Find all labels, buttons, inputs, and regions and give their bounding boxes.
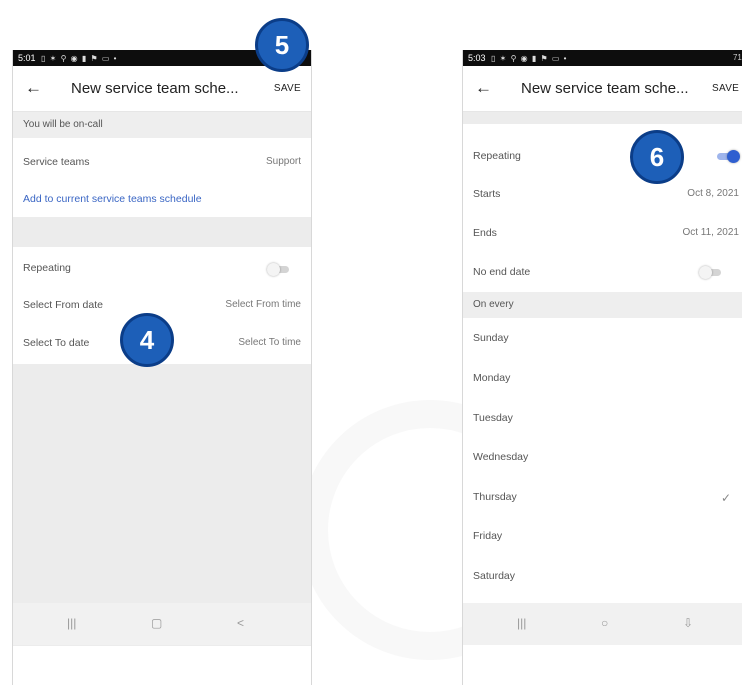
ends-row[interactable]: Ends Oct 11, 2021 xyxy=(463,215,742,251)
back-icon[interactable]: ⇩ xyxy=(683,616,693,630)
top-divider xyxy=(463,112,742,124)
page-title: New service team sche... xyxy=(71,80,239,97)
toggle-knob xyxy=(727,150,740,163)
day-row-monday[interactable]: Monday xyxy=(463,360,742,396)
starts-label: Starts xyxy=(473,188,501,200)
to-date-label[interactable]: Select To date xyxy=(23,337,89,349)
day-label: Saturday xyxy=(473,570,516,582)
day-label: Tuesday xyxy=(473,412,513,424)
service-teams-value: Support xyxy=(265,156,301,167)
system-nav-bar: ||| ▢ < xyxy=(13,603,311,645)
day-label: Wednesday xyxy=(473,451,529,463)
day-label: Friday xyxy=(473,530,503,542)
day-row-wednesday[interactable]: Wednesday xyxy=(463,439,742,475)
status-bar: 5:03 ▯ ✶ ⚲ ◉ ▮ ⚑ ▭ • 71% xyxy=(463,50,742,66)
day-row-tuesday[interactable]: Tuesday xyxy=(463,400,742,436)
back-icon[interactable]: < xyxy=(237,616,244,630)
step-badge-6: 6 xyxy=(630,130,684,184)
starts-value[interactable]: Oct 8, 2021 xyxy=(687,176,739,212)
app-bar: ← New service team sche... SAVE xyxy=(463,66,742,112)
home-icon[interactable]: ○ xyxy=(601,616,608,630)
ends-value[interactable]: Oct 11, 2021 xyxy=(682,215,739,251)
status-icons: ▯ ✶ ⚲ ◉ ▮ ⚑ ▭ • xyxy=(491,54,568,63)
page-title: New service team sche... xyxy=(521,80,689,97)
step-badge-5: 5 xyxy=(255,18,309,72)
app-bar: ← New service team sche... SAVE xyxy=(13,66,311,112)
status-time: 5:01 xyxy=(18,53,36,63)
phone-screen-left: 5:01 ▯ ✶ ⚲ ◉ ▮ ⚑ ▭ • ← New service team … xyxy=(12,50,312,685)
service-teams-row[interactable]: Service teams Support xyxy=(13,144,311,180)
day-label: Thursday xyxy=(473,491,517,503)
day-label: Sunday xyxy=(473,332,509,344)
recents-icon[interactable]: ||| xyxy=(67,616,76,630)
recents-icon[interactable]: ||| xyxy=(517,616,526,630)
day-row-saturday[interactable]: Saturday xyxy=(463,558,742,594)
status-time: 5:03 xyxy=(468,53,486,63)
section-divider xyxy=(13,217,311,247)
back-arrow-icon[interactable]: ← xyxy=(25,78,42,98)
service-teams-label: Service teams xyxy=(23,156,90,168)
day-label: Monday xyxy=(473,372,511,384)
save-button[interactable]: SAVE xyxy=(274,83,301,94)
from-time-label[interactable]: Select From time xyxy=(225,287,301,323)
day-row-friday[interactable]: Friday xyxy=(463,518,742,554)
add-to-schedule-link[interactable]: Add to current service teams schedule xyxy=(13,181,311,217)
toggle-knob xyxy=(699,266,712,279)
no-end-date-label: No end date xyxy=(473,266,531,278)
repeating-row: Repeating xyxy=(463,138,742,174)
phone-screen-right: 5:03 ▯ ✶ ⚲ ◉ ▮ ⚑ ▭ • 71% ← New service t… xyxy=(462,50,742,685)
toggle-knob xyxy=(267,263,280,276)
day-row-thursday[interactable]: Thursday xyxy=(463,479,742,515)
day-row-sunday[interactable]: Sunday xyxy=(463,320,742,356)
oncall-section-header: You will be on-call xyxy=(13,112,311,138)
no-end-date-toggle[interactable] xyxy=(699,266,721,279)
step-badge-4: 4 xyxy=(120,313,174,367)
repeating-label: Repeating xyxy=(23,262,71,274)
status-icons: ▯ ✶ ⚲ ◉ ▮ ⚑ ▭ • xyxy=(41,54,118,63)
repeating-toggle[interactable] xyxy=(717,150,740,163)
system-nav-bar: ||| ○ ⇩ xyxy=(463,603,742,645)
repeating-label: Repeating xyxy=(473,150,521,162)
starts-row[interactable]: Starts Oct 8, 2021 xyxy=(463,176,742,212)
ends-label: Ends xyxy=(473,227,497,239)
battery-level: 71% xyxy=(732,53,742,62)
from-date-label[interactable]: Select From date xyxy=(23,299,103,311)
checkmark-icon: ✓ xyxy=(721,491,732,505)
home-icon[interactable]: ▢ xyxy=(151,616,162,630)
to-time-label[interactable]: Select To time xyxy=(238,325,301,361)
on-every-header: On every xyxy=(463,292,742,318)
repeating-toggle[interactable] xyxy=(267,263,289,276)
save-button[interactable]: SAVE xyxy=(712,83,739,94)
back-arrow-icon[interactable]: ← xyxy=(475,78,492,98)
